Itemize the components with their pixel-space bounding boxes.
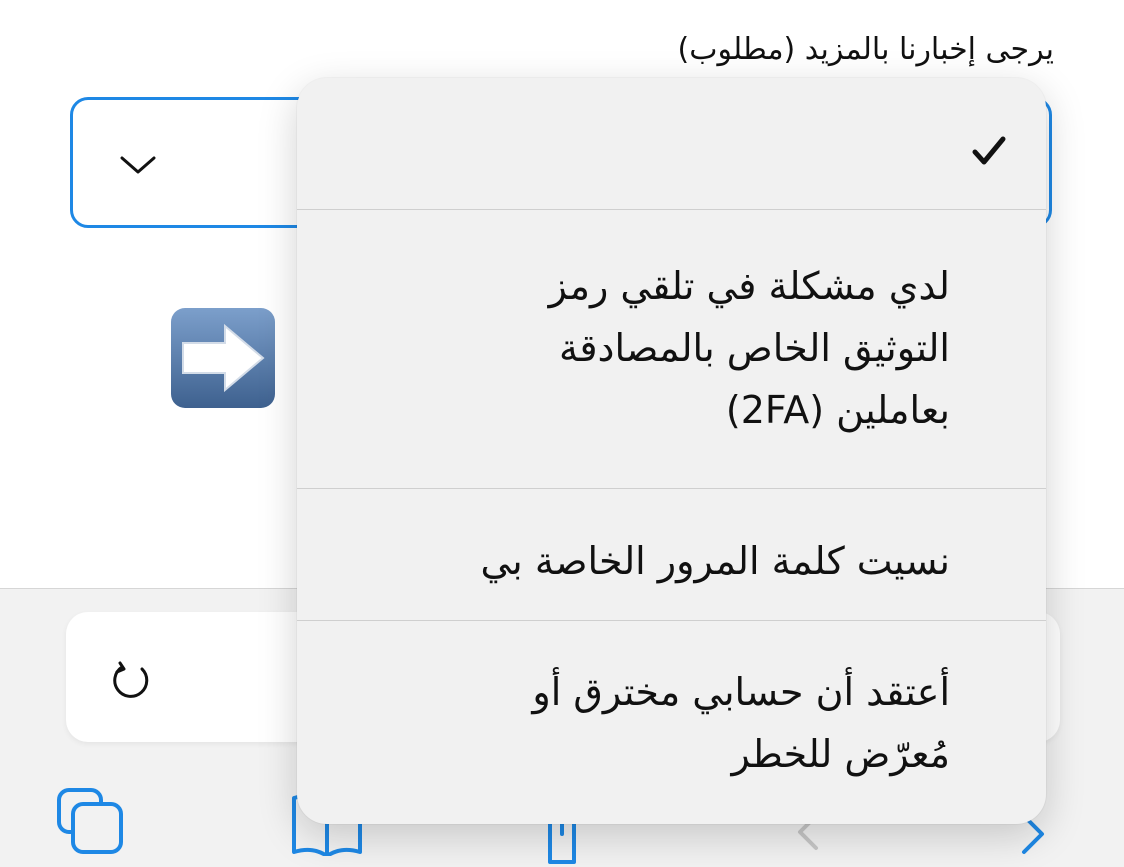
menu-option-forgot-password[interactable]: نسيت كلمة المرور الخاصة بي <box>297 530 1046 592</box>
menu-option-label: نسيت كلمة المرور الخاصة بي <box>480 539 951 583</box>
right-arrow-emoji-icon <box>169 306 277 410</box>
question-label: يرجى إخبارنا بالمزيد (مطلوب) <box>677 32 1055 67</box>
menu-option-label: لدي مشكلة في تلقي رمز التوثيق الخاص بالم… <box>548 264 950 432</box>
checkmark-icon <box>968 130 1010 172</box>
reason-dropdown-menu: لدي مشكلة في تلقي رمز التوثيق الخاص بالم… <box>297 78 1046 824</box>
chevron-down-icon <box>118 150 158 180</box>
menu-option-label: أعتقد أن حسابي مخترق أو مُعرّض للخطر <box>532 670 950 776</box>
menu-divider <box>297 488 1046 489</box>
tabs-icon[interactable] <box>55 786 125 856</box>
menu-option-compromised[interactable]: أعتقد أن حسابي مخترق أو مُعرّض للخطر <box>297 661 1046 776</box>
menu-divider <box>297 209 1046 210</box>
menu-divider <box>297 620 1046 621</box>
menu-option-empty[interactable] <box>297 78 1046 209</box>
reload-icon[interactable] <box>106 655 156 705</box>
menu-option-2fa[interactable]: لدي مشكلة في تلقي رمز التوثيق الخاص بالم… <box>297 255 1046 432</box>
